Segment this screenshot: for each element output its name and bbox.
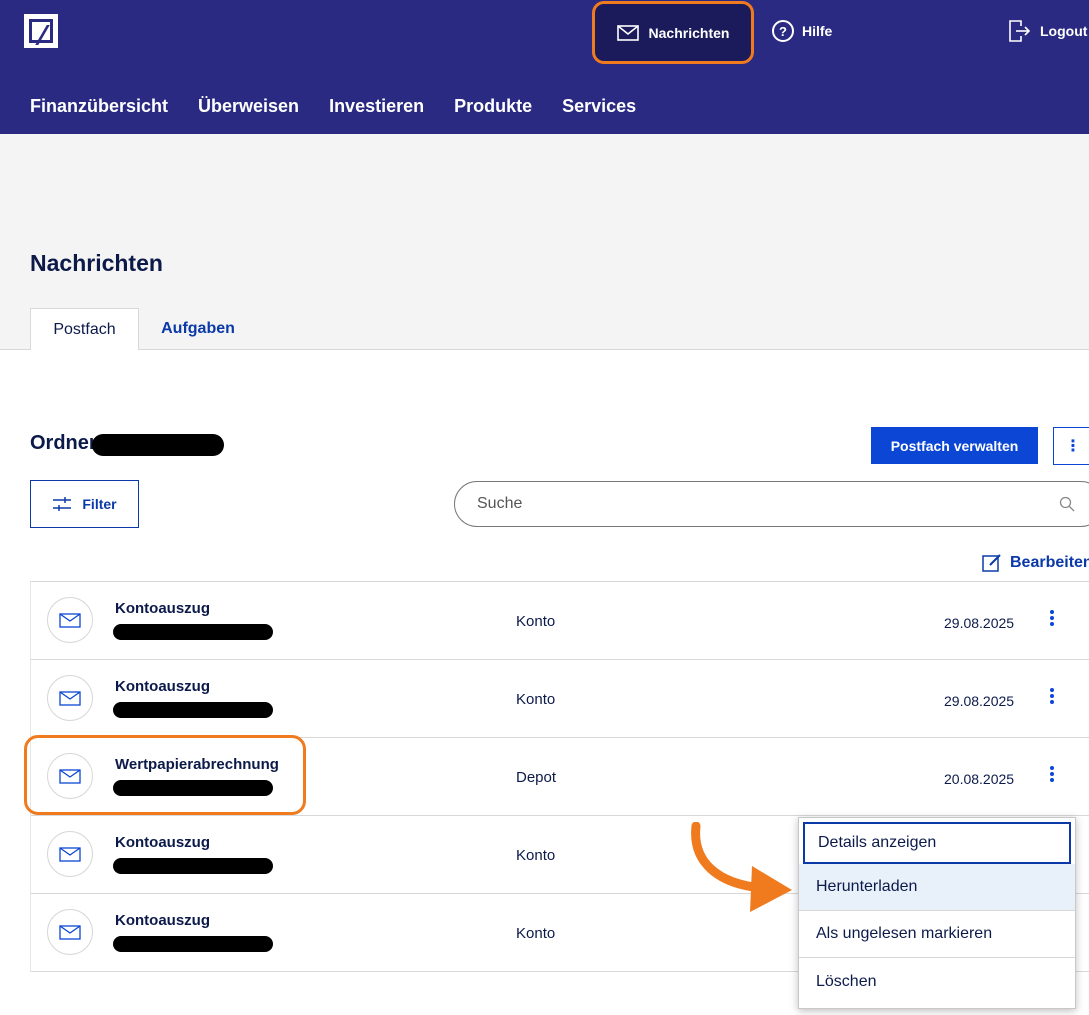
help-link-label: Hilfe [802, 23, 833, 39]
message-date: 29.08.2025 [944, 615, 1015, 631]
edit-icon [982, 554, 1001, 572]
message-row[interactable]: Kontoauszug Konto 29.08.2025 [31, 660, 1089, 738]
message-category: Konto [516, 925, 556, 942]
menu-item-delete[interactable]: Löschen [799, 958, 1075, 1005]
envelope-icon [47, 831, 93, 877]
kebab-icon[interactable] [1047, 688, 1057, 708]
page-title: Nachrichten [30, 250, 163, 276]
logout-link-label: Logout [1040, 23, 1088, 39]
edit-link-label: Bearbeiten [1010, 554, 1089, 571]
message-category: Konto [516, 847, 556, 864]
redacted-subject [113, 702, 273, 718]
logo-slash [35, 25, 50, 45]
folder-label: Ordner [30, 432, 97, 454]
top-bar: Nachrichten ? Hilfe Logout Finanzübersic… [0, 0, 1089, 134]
nav-finanzuebersicht[interactable]: Finanzübersicht [30, 96, 168, 117]
menu-item-details[interactable]: Details anzeigen [803, 822, 1071, 864]
envelope-icon [47, 909, 93, 955]
message-title: Kontoauszug [115, 678, 210, 695]
nav-services[interactable]: Services [562, 96, 636, 117]
redacted-folder-name [92, 434, 224, 456]
search-icon[interactable] [1059, 496, 1075, 512]
help-link[interactable]: ? Hilfe [772, 0, 832, 62]
logout-link[interactable]: Logout [1008, 0, 1087, 62]
envelope-icon [616, 24, 639, 41]
message-category: Konto [516, 691, 556, 708]
context-menu: Details anzeigen Herunterladen Als ungel… [798, 817, 1076, 1009]
message-category: Konto [516, 613, 556, 630]
filter-button-label: Filter [82, 496, 117, 512]
message-title: Kontoauszug [115, 912, 210, 929]
message-date: 29.08.2025 [944, 693, 1015, 709]
envelope-icon [47, 675, 93, 721]
message-title: Kontoauszug [115, 834, 210, 851]
tab-aufgaben[interactable]: Aufgaben [150, 308, 246, 350]
nav-investieren[interactable]: Investieren [329, 96, 424, 117]
redacted-subject [113, 858, 273, 874]
kebab-icon[interactable] [1047, 766, 1057, 786]
envelope-icon [47, 597, 93, 643]
message-category: Depot [516, 769, 557, 786]
logo-frame [29, 19, 53, 45]
more-options-button[interactable]: ⋮ [1053, 427, 1089, 465]
highlight-annotation [24, 735, 306, 815]
messages-link[interactable]: Nachrichten [592, 1, 754, 64]
filter-icon [53, 497, 72, 511]
messages-link-label: Nachrichten [648, 24, 730, 41]
arrow-annotation-icon [691, 822, 792, 912]
search-input[interactable]: Suche [454, 481, 1089, 527]
tab-postfach[interactable]: Postfach [30, 308, 139, 350]
logout-icon [1009, 20, 1030, 42]
redacted-subject [113, 624, 273, 640]
manage-inbox-button[interactable]: Postfach verwalten [871, 427, 1038, 464]
redacted-subject [113, 936, 273, 952]
search-placeholder: Suche [477, 495, 523, 512]
nav-produkte[interactable]: Produkte [454, 96, 532, 117]
edit-link[interactable]: Bearbeiten [982, 553, 1089, 573]
menu-item-mark-unread[interactable]: Als ungelesen markieren [799, 911, 1075, 958]
message-date: 20.08.2025 [944, 771, 1015, 787]
kebab-icon[interactable] [1047, 610, 1057, 630]
message-row[interactable]: Kontoauszug Konto 29.08.2025 [31, 582, 1089, 660]
help-icon: ? [772, 20, 794, 42]
nav-ueberweisen[interactable]: Überweisen [198, 96, 299, 117]
menu-item-download[interactable]: Herunterladen [799, 864, 1075, 911]
message-title: Kontoauszug [115, 600, 210, 617]
bank-logo[interactable] [24, 14, 58, 48]
main-navigation: Finanzübersicht Überweisen Investieren P… [30, 96, 636, 117]
filter-button[interactable]: Filter [30, 480, 139, 528]
